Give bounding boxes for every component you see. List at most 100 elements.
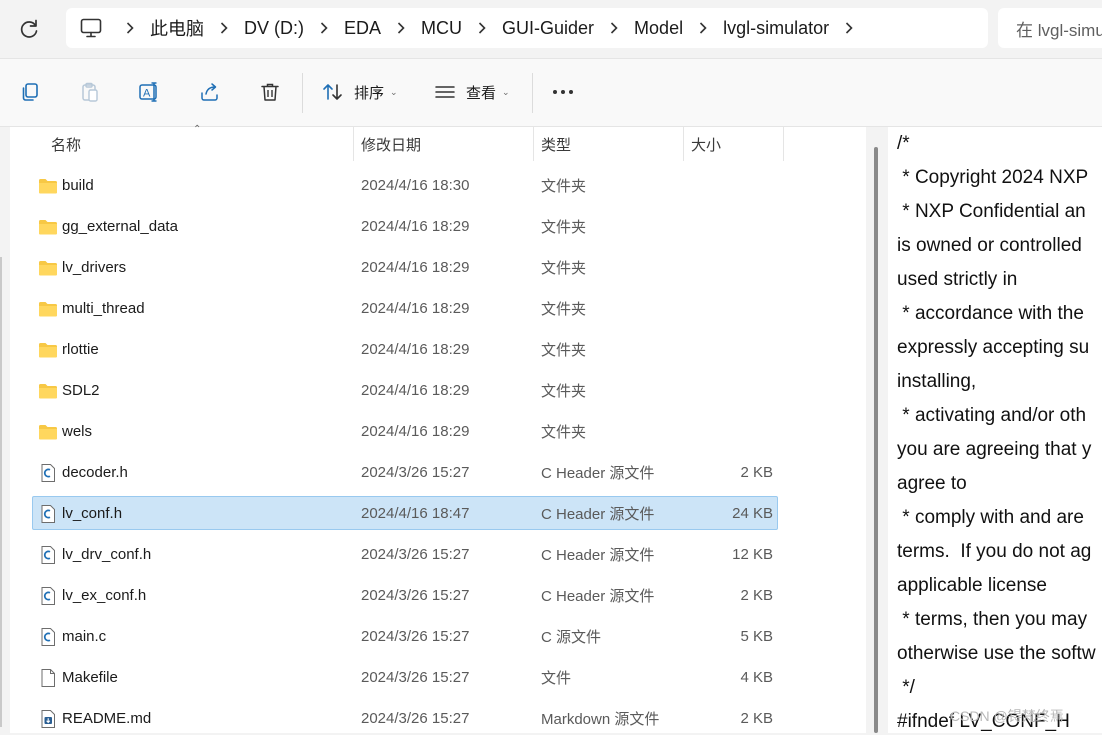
file-size: 5 KB	[740, 627, 773, 645]
chevron-right-icon[interactable]	[833, 21, 865, 35]
file-row[interactable]: build 2024/4/16 18:30 文件夹	[32, 168, 778, 202]
chevron-right-icon[interactable]	[114, 21, 146, 35]
column-header-size[interactable]: 大小	[691, 127, 721, 161]
file-list-scrollbar[interactable]	[866, 127, 888, 733]
file-row-selected[interactable]: lv_conf.h 2024/4/16 18:47 C Header 源文件 24 K…	[32, 496, 778, 530]
column-separator[interactable]	[683, 127, 684, 161]
watermark: CSDN @锝梵终焉	[950, 708, 1064, 724]
search-input[interactable]: 在 lvgl-simulator 中搜索	[998, 8, 1102, 48]
paste-icon	[82, 82, 98, 102]
file-date: 2024/4/16 18:47	[361, 504, 470, 522]
column-header-name[interactable]: 名称	[51, 127, 81, 161]
file-row[interactable]: decoder.h 2024/3/26 15:27 C Header 源文件 2 KB	[32, 455, 778, 489]
folder-icon	[38, 422, 58, 442]
file-row[interactable]: lv_drivers 2024/4/16 18:29 文件夹	[32, 250, 778, 284]
file-row[interactable]: main.c 2024/3/26 15:27 C 源文件 5 KB	[32, 619, 778, 653]
c-file-icon	[38, 504, 58, 524]
file-date: 2024/4/16 18:29	[361, 340, 470, 358]
chevron-right-icon[interactable]	[466, 21, 498, 35]
preview-text-line: * terms, then you may	[897, 609, 1088, 630]
scrollbar-thumb[interactable]	[874, 147, 878, 733]
command-bar: A 排序 ⌄ 查看 ⌄	[0, 58, 1102, 127]
chevron-right-icon[interactable]	[308, 21, 340, 35]
file-row[interactable]: gg_external_data 2024/4/16 18:29 文件夹	[32, 209, 778, 243]
preview-text-line: used strictly in	[897, 269, 1018, 290]
preview-text-line: otherwise use the softw	[897, 643, 1096, 664]
paste-button[interactable]	[77, 79, 103, 105]
view-label: 查看	[466, 84, 497, 102]
file-type: C Header 源文件	[541, 464, 655, 482]
file-row[interactable]: lv_ex_conf.h 2024/3/26 15:27 C Header 源文件 2…	[32, 578, 778, 612]
sort-menu-button[interactable]: 排序 ⌄	[322, 79, 398, 105]
computer-icon[interactable]	[80, 18, 104, 38]
file-size: 2 KB	[740, 463, 773, 481]
preview-text-line: * Copyright 2024 NXP	[897, 167, 1089, 188]
breadcrumb-item[interactable]: MCU	[417, 18, 466, 39]
file-name: README.md	[62, 709, 152, 727]
toolbar-divider	[532, 73, 533, 113]
breadcrumb-item[interactable]: lvgl-simulator	[719, 18, 833, 39]
folder-icon	[38, 340, 58, 360]
copy-button[interactable]	[17, 79, 43, 105]
file-row[interactable]: SDL2 2024/4/16 18:29 文件夹	[32, 373, 778, 407]
folder-icon	[38, 299, 58, 319]
breadcrumb-item[interactable]: Model	[630, 18, 687, 39]
file-row[interactable]: rlottie 2024/4/16 18:29 文件夹	[32, 332, 778, 366]
column-separator[interactable]	[783, 127, 784, 161]
chevron-right-icon[interactable]	[598, 21, 630, 35]
view-menu-button[interactable]: 查看 ⌄	[434, 79, 510, 105]
file-row[interactable]: wels 2024/4/16 18:29 文件夹	[32, 414, 778, 448]
chevron-right-icon[interactable]	[208, 21, 240, 35]
more-options-button[interactable]	[550, 79, 576, 105]
preview-text-line: agree to	[897, 473, 967, 494]
file-type: 文件夹	[541, 423, 587, 441]
column-separator[interactable]	[353, 127, 354, 161]
file-date: 2024/4/16 18:29	[361, 217, 470, 235]
folder-icon	[38, 381, 58, 401]
sort-label: 排序	[354, 84, 385, 102]
file-date: 2024/3/26 15:27	[361, 709, 470, 727]
preview-text-line: applicable license	[897, 575, 1047, 596]
share-button[interactable]	[197, 79, 223, 105]
chevron-right-icon[interactable]	[687, 21, 719, 35]
breadcrumb-item[interactable]: EDA	[340, 18, 385, 39]
breadcrumb-item[interactable]: 此电脑	[146, 15, 208, 41]
file-type: C Header 源文件	[541, 505, 655, 523]
breadcrumb[interactable]: 此电脑 DV (D:) EDA MCU GUI-Guider Model lvg…	[66, 8, 988, 48]
file-row[interactable]: README.md 2024/3/26 15:27 Markdown 源文件 2 KB	[32, 701, 778, 735]
breadcrumb-item[interactable]: GUI-Guider	[498, 18, 598, 39]
refresh-icon[interactable]	[16, 16, 42, 42]
file-name: lv_drv_conf.h	[62, 545, 152, 563]
share-icon	[201, 83, 218, 101]
file-type: 文件	[541, 669, 572, 687]
navigation-pane-edge	[0, 127, 10, 733]
blank-file-icon	[38, 668, 58, 688]
folder-icon	[38, 258, 58, 278]
file-date: 2024/3/26 15:27	[361, 668, 470, 686]
column-separator[interactable]	[533, 127, 534, 161]
file-name: multi_thread	[62, 299, 145, 317]
chevron-right-icon[interactable]	[385, 21, 417, 35]
breadcrumb-item[interactable]: DV (D:)	[240, 18, 308, 39]
preview-text-line: */	[897, 677, 915, 698]
file-type: 文件夹	[541, 177, 587, 195]
column-header-date[interactable]: 修改日期	[361, 127, 421, 161]
delete-button[interactable]	[257, 79, 283, 105]
c-file-icon	[38, 463, 58, 483]
file-row[interactable]: lv_drv_conf.h 2024/3/26 15:27 C Header 源文件…	[32, 537, 778, 571]
rename-button[interactable]: A	[137, 79, 163, 105]
file-date: 2024/4/16 18:30	[361, 176, 470, 194]
navigation-scrollbar[interactable]	[0, 257, 2, 727]
column-header-type[interactable]: 类型	[541, 127, 571, 161]
toolbar-divider	[302, 73, 303, 113]
preview-text-line: is owned or controlled	[897, 235, 1082, 256]
file-row[interactable]: multi_thread 2024/4/16 18:29 文件夹	[32, 291, 778, 325]
file-type: 文件夹	[541, 218, 587, 236]
file-type: 文件夹	[541, 300, 587, 318]
file-name: lv_drivers	[62, 258, 127, 276]
trash-icon	[261, 83, 279, 101]
file-row[interactable]: Makefile 2024/3/26 15:27 文件 4 KB	[32, 660, 778, 694]
preview-text-line: * comply with and are	[897, 507, 1084, 528]
sort-icon	[323, 84, 342, 100]
file-name: decoder.h	[62, 463, 128, 481]
